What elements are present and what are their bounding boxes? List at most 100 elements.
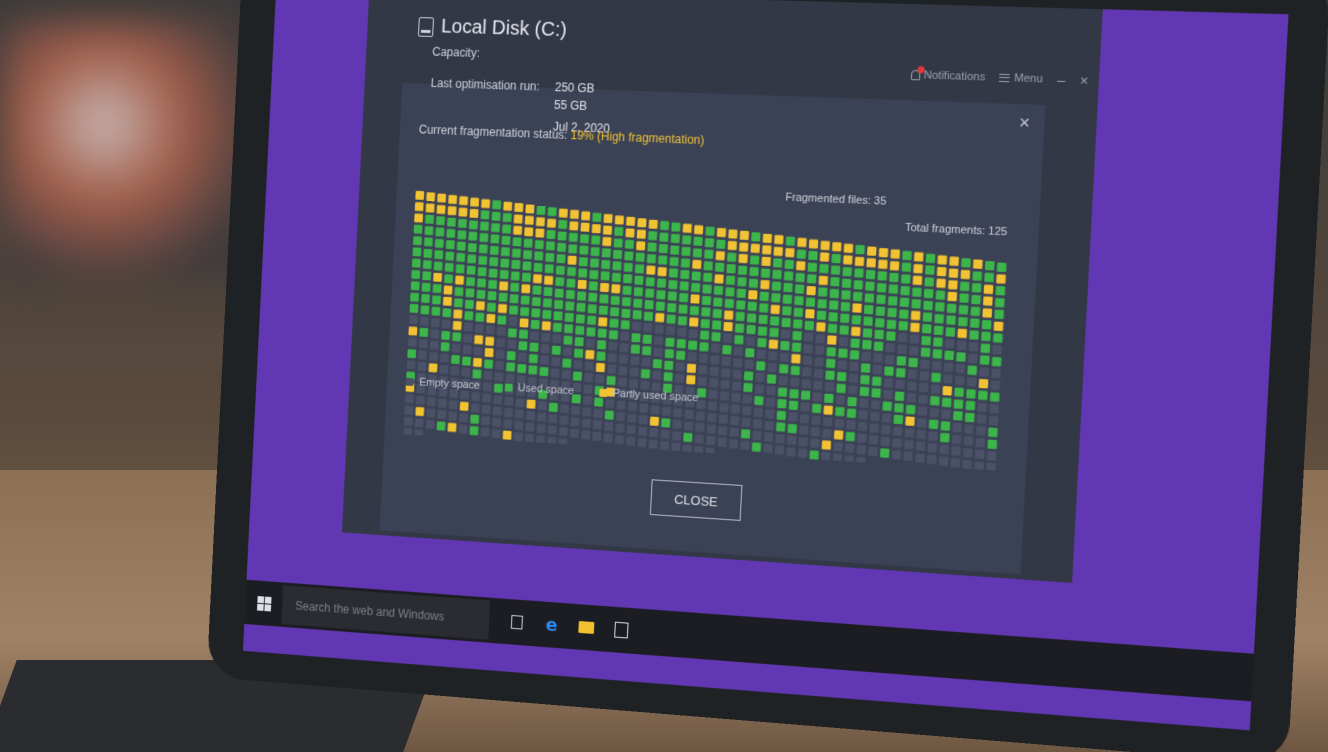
disk-block xyxy=(855,245,865,254)
disk-block xyxy=(758,326,767,335)
disk-block xyxy=(715,263,724,272)
minimize-button[interactable]: – xyxy=(1057,72,1066,89)
disk-block xyxy=(725,299,734,308)
disk-block xyxy=(780,341,789,350)
disk-block xyxy=(510,294,519,303)
disk-block xyxy=(828,324,838,334)
disk-block xyxy=(746,336,755,345)
disk-block xyxy=(793,319,802,328)
disk-block xyxy=(852,315,862,325)
disk-block xyxy=(819,264,829,273)
disk-block xyxy=(774,247,783,256)
disk-block xyxy=(540,355,549,364)
disk-block xyxy=(485,337,494,346)
disk-block xyxy=(601,260,610,269)
disk-block xyxy=(442,308,451,317)
disk-block xyxy=(800,414,809,424)
disk-block xyxy=(408,338,417,347)
disk-block xyxy=(438,399,447,408)
disk-block xyxy=(989,416,999,426)
disk-block xyxy=(549,403,558,412)
disk-block xyxy=(996,286,1006,296)
file-explorer-icon[interactable] xyxy=(577,618,595,637)
disk-block xyxy=(874,341,884,351)
window-close-button[interactable]: × xyxy=(1079,72,1088,89)
disk-block xyxy=(816,334,826,344)
task-view-icon[interactable] xyxy=(508,613,526,632)
disk-block xyxy=(908,358,918,368)
disk-block xyxy=(716,251,725,260)
disk-block xyxy=(969,330,979,340)
disk-block xyxy=(755,373,764,382)
taskbar-search[interactable]: Search the web and Windows xyxy=(281,585,490,639)
disk-block xyxy=(466,277,475,286)
disk-block xyxy=(458,219,467,228)
disk-block xyxy=(890,261,900,271)
disk-block xyxy=(566,278,575,287)
disk-block xyxy=(767,374,776,384)
disk-block xyxy=(514,421,523,430)
disk-block xyxy=(641,369,650,378)
disk-details-dialog: Local Disk (C:) Capacity: Last optimisat… xyxy=(380,83,1046,574)
disk-block xyxy=(431,307,440,316)
disk-block xyxy=(480,222,489,231)
disk-block xyxy=(817,311,827,320)
disk-block xyxy=(558,438,567,447)
notifications-button[interactable]: Notifications xyxy=(910,69,985,84)
disk-block xyxy=(991,369,1001,379)
disk-block xyxy=(637,218,646,227)
disk-block xyxy=(902,251,912,261)
disk-block xyxy=(707,413,716,422)
disk-block xyxy=(500,270,509,279)
disk-block xyxy=(513,226,522,235)
disk-block xyxy=(962,460,972,470)
disk-block xyxy=(649,220,658,229)
disk-block xyxy=(404,405,413,414)
disk-block xyxy=(602,237,611,246)
disk-block xyxy=(881,425,891,435)
disk-block xyxy=(890,249,900,259)
disk-block xyxy=(820,252,830,261)
store-icon[interactable] xyxy=(612,621,630,640)
disk-block xyxy=(646,266,655,275)
disk-block xyxy=(553,311,562,320)
disk-block xyxy=(627,425,636,434)
disk-block xyxy=(827,335,837,345)
disk-block xyxy=(729,439,738,449)
disk-block xyxy=(422,271,431,280)
disk-block xyxy=(924,277,934,287)
disk-block xyxy=(757,350,766,359)
close-button[interactable]: CLOSE xyxy=(650,479,743,521)
disk-block xyxy=(974,461,984,471)
disk-block xyxy=(811,427,821,437)
disk-block xyxy=(876,295,886,305)
disk-block xyxy=(647,254,656,263)
disk-block xyxy=(816,322,826,332)
disk-block xyxy=(887,308,897,318)
menu-button[interactable]: Menu xyxy=(999,72,1043,86)
disk-block xyxy=(895,391,905,401)
disk-block xyxy=(902,262,912,272)
disk-block xyxy=(991,380,1001,390)
disk-block xyxy=(918,394,928,404)
disk-block xyxy=(484,359,493,368)
disk-block xyxy=(456,264,465,273)
disk-block xyxy=(475,312,484,321)
disk-block xyxy=(946,315,956,325)
disk-block xyxy=(969,342,979,352)
disk-block xyxy=(847,397,857,407)
start-button[interactable] xyxy=(244,580,283,627)
edge-icon[interactable]: e xyxy=(542,615,560,634)
disk-block xyxy=(932,349,942,359)
disk-block xyxy=(470,198,479,207)
disk-block xyxy=(980,343,990,353)
disk-block xyxy=(820,241,830,250)
disk-block xyxy=(471,403,480,412)
taskbar: Search the web and Windows e xyxy=(244,580,1254,702)
disk-block xyxy=(555,288,564,297)
disk-block xyxy=(689,329,698,338)
dialog-close-icon[interactable]: × xyxy=(1018,112,1030,134)
disk-block xyxy=(591,236,600,245)
disk-block xyxy=(765,409,774,419)
disk-block xyxy=(905,416,915,426)
